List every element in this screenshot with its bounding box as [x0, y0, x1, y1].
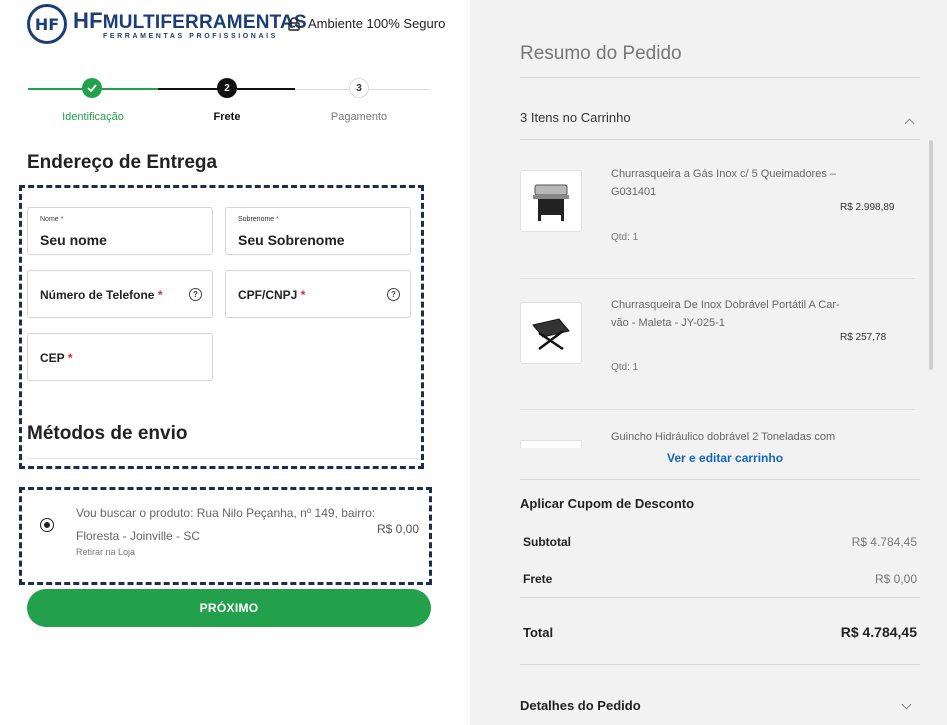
shipping-title: Métodos de envio	[27, 423, 188, 444]
divider	[520, 664, 920, 665]
step-3-label[interactable]: Pagamento	[331, 111, 387, 123]
item-name[interactable]: Guincho Hidráulico dobrável 2 Toneladas …	[611, 428, 841, 446]
lock-icon	[288, 16, 300, 31]
order-summary-panel: Resumo do Pedido 3 Itens no Carrinho Chu…	[470, 0, 947, 725]
last-name-value[interactable]: Seu Sobrenome	[238, 232, 345, 248]
help-icon[interactable]: ?	[189, 288, 202, 301]
divider	[520, 597, 920, 598]
pickup-radio[interactable]	[40, 518, 54, 532]
pickup-subtitle: Retirar na Loja	[76, 547, 136, 557]
logo-hf: HF	[73, 8, 103, 33]
step-line-active-2	[237, 88, 295, 90]
check-icon	[87, 84, 97, 92]
step-1-done-icon[interactable]	[82, 78, 102, 98]
help-icon[interactable]: ?	[387, 288, 400, 301]
step-line-pending	[295, 89, 353, 90]
step-1-label[interactable]: Identificação	[62, 111, 124, 123]
item-qty: Qtd: 1	[611, 232, 639, 243]
address-title: Endereço de Entrega	[27, 152, 218, 173]
cart-item: Churrasqueira De Inox Dobrável Portátil …	[520, 296, 910, 406]
portable-grill-icon	[532, 318, 570, 351]
cart-item: Churrasqueira a Gás Inox c/ 5 Queimadore…	[520, 160, 910, 280]
store-logo[interactable]: HF HFMULTIFERRAMENTAS FERRAMENTAS PROFIS…	[27, 4, 307, 44]
first-name-value[interactable]: Seu nome	[40, 232, 107, 248]
pickup-price: R$ 0,00	[376, 522, 419, 536]
logo-brand: MULTIFERRAMENTAS	[102, 12, 307, 33]
product-image-jack[interactable]	[520, 440, 582, 448]
step-3-dot[interactable]: 3	[349, 78, 369, 98]
product-image-grill-gas[interactable]	[520, 170, 582, 232]
item-price: R$ 257,78	[840, 332, 887, 343]
checkout-form-panel: HF HFMULTIFERRAMENTAS FERRAMENTAS PROFIS…	[0, 0, 470, 725]
product-image-portable-grill[interactable]	[520, 302, 582, 364]
logo-tagline: FERRAMENTAS PROFISSIONAIS	[103, 33, 278, 40]
cpf-placeholder: CPF/CNPJ *	[238, 288, 306, 302]
chevron-down-icon[interactable]	[901, 699, 912, 710]
last-name-label: Sobrenome *	[238, 216, 279, 223]
secure-label: Ambiente 100% Seguro	[308, 16, 446, 31]
secure-badge: Ambiente 100% Seguro	[288, 16, 445, 31]
cart-item: Guincho Hidráulico dobrável 2 Toneladas …	[520, 428, 910, 448]
coupon-toggle[interactable]: Aplicar Cupom de Desconto	[520, 496, 694, 511]
summary-title: Resumo do Pedido	[520, 43, 682, 64]
shipping-option-pickup[interactable]: Vou buscar o produto: Rua Nilo Peçanha, …	[24, 492, 429, 582]
checkout-stepper: 2 3 Identificação Frete Pagamento	[28, 77, 429, 127]
cart-header[interactable]: 3 Itens no Carrinho	[520, 110, 631, 125]
item-name[interactable]: Churrasqueira a Gás Inox c/ 5 Queimadore…	[611, 165, 841, 201]
pickup-address: Vou buscar o produto: Rua Nilo Peçanha, …	[76, 506, 376, 543]
cart-scrollbar[interactable]	[929, 140, 933, 370]
divider	[520, 139, 920, 140]
cep-placeholder: CEP *	[40, 351, 73, 365]
cep-field[interactable]: CEP *	[27, 333, 213, 381]
divider	[27, 458, 419, 459]
item-qty: Qtd: 1	[611, 362, 639, 373]
subtotal-label: Subtotal	[523, 535, 571, 549]
order-details-toggle[interactable]: Detalhes do Pedido	[520, 698, 641, 713]
first-name-field[interactable]: Nome * Seu nome	[27, 207, 213, 255]
last-name-field[interactable]: Sobrenome * Seu Sobrenome	[225, 207, 411, 255]
cpf-field[interactable]: CPF/CNPJ * ?	[225, 270, 411, 318]
logo-name: HFMULTIFERRAMENTAS	[73, 8, 307, 34]
step-2-dot[interactable]: 2	[217, 78, 237, 98]
subtotal-value: R$ 4.784,45	[851, 535, 917, 549]
divider	[520, 77, 920, 78]
item-name[interactable]: Churrasqueira De Inox Dobrável Portátil …	[611, 296, 841, 332]
grill-icon	[533, 184, 569, 221]
next-button[interactable]: PRÓXIMO	[27, 589, 431, 627]
divider	[520, 479, 920, 480]
phone-field[interactable]: Número de Telefone * ?	[27, 270, 213, 318]
chevron-up-icon[interactable]	[904, 118, 915, 129]
divider	[520, 409, 915, 410]
divider	[520, 278, 915, 279]
total-label: Total	[523, 625, 554, 640]
step-2-label[interactable]: Frete	[214, 111, 241, 123]
edit-cart-link[interactable]: Ver e editar carrinho	[667, 451, 783, 465]
shipping-value: R$ 0,00	[874, 572, 917, 586]
step-line-pending-2	[369, 89, 429, 90]
phone-placeholder: Número de Telefone *	[40, 288, 163, 302]
first-name-label: Nome *	[40, 216, 64, 223]
logo-mark-icon: HF	[27, 4, 67, 44]
item-price: R$ 2.998,89	[840, 202, 895, 213]
logo-text: HFMULTIFERRAMENTAS FERRAMENTAS PROFISSIO…	[73, 8, 307, 40]
total-value: R$ 4.784,45	[840, 624, 917, 640]
shipping-label: Frete	[523, 572, 553, 586]
